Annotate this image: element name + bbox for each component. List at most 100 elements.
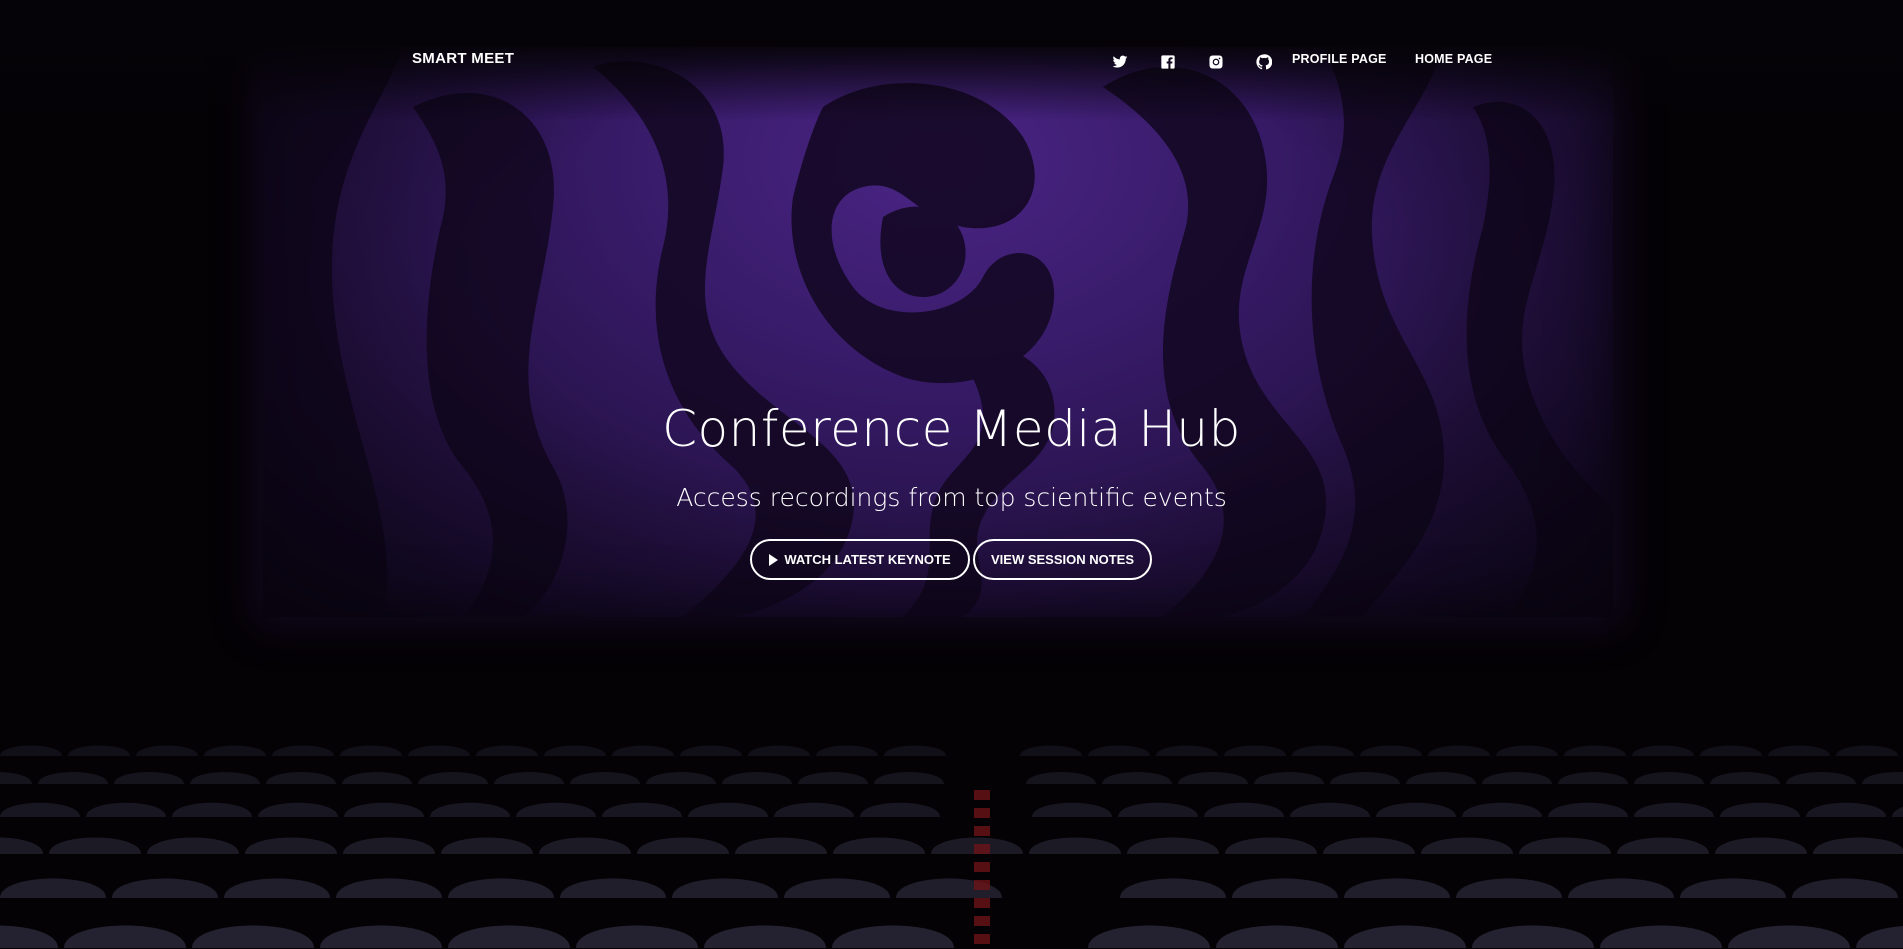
seat: [1634, 802, 1714, 817]
view-session-notes-button[interactable]: VIEW SESSION NOTES: [973, 539, 1152, 580]
seat: [1290, 802, 1370, 817]
seat: [441, 837, 533, 854]
seat: [1768, 745, 1830, 756]
seat: [1568, 878, 1674, 898]
nav-link-profile-page[interactable]: PROFILE PAGE: [1292, 52, 1387, 66]
seat: [476, 745, 538, 756]
seat: [136, 745, 198, 756]
seat: [1344, 878, 1450, 898]
twitter-icon[interactable]: [1096, 52, 1144, 72]
seat: [1496, 745, 1558, 756]
seat: [1421, 837, 1513, 854]
seat: [1225, 837, 1317, 854]
seat: [0, 837, 43, 854]
seat: [602, 802, 682, 817]
watch-keynote-button[interactable]: WATCH LATEST KEYNOTE: [750, 539, 970, 580]
seat: [560, 878, 666, 898]
seat: [784, 878, 890, 898]
seat: [1376, 802, 1456, 817]
seat: [1360, 745, 1422, 756]
aisle-light: [974, 898, 990, 908]
seat: [494, 772, 564, 784]
seat: [86, 802, 166, 817]
seat: [1558, 772, 1628, 784]
seat: [1700, 745, 1762, 756]
play-icon: [769, 553, 779, 566]
seat: [798, 772, 868, 784]
seat: [722, 772, 792, 784]
seat: [448, 878, 554, 898]
seat: [204, 745, 266, 756]
seat: [748, 745, 810, 756]
seat: [833, 837, 925, 854]
seat: [336, 878, 442, 898]
seat: [570, 772, 640, 784]
seat: [860, 802, 940, 817]
seat: [576, 925, 698, 948]
seat: [190, 772, 260, 784]
brand-logo[interactable]: SMART MEET: [412, 50, 514, 67]
seat: [38, 772, 108, 784]
nav-link-home-page[interactable]: HOME PAGE: [1415, 52, 1492, 66]
seat: [612, 745, 674, 756]
seat: [192, 925, 314, 948]
hero-title: Conference Media Hub: [662, 400, 1241, 458]
seat: [1456, 878, 1562, 898]
aisle-light: [974, 844, 990, 854]
github-icon[interactable]: [1240, 52, 1288, 72]
seat: [1617, 837, 1709, 854]
seat: [1720, 802, 1800, 817]
seat: [874, 772, 944, 784]
seat: [1892, 807, 1903, 817]
seat: [1118, 802, 1198, 817]
view-session-notes-label: VIEW SESSION NOTES: [990, 552, 1135, 567]
seat: [1120, 878, 1226, 898]
seat: [1862, 772, 1903, 784]
seat: [544, 745, 606, 756]
seat: [1856, 926, 1903, 948]
seat: [1088, 925, 1210, 948]
hero-subtitle: Access recordings from top scientific ev…: [676, 483, 1227, 512]
seat: [1224, 745, 1286, 756]
seat: [646, 772, 716, 784]
seat: [1406, 772, 1476, 784]
seat: [1564, 745, 1626, 756]
seat: [1323, 837, 1415, 854]
seat: [1032, 802, 1112, 817]
seat: [0, 878, 106, 898]
seat: [114, 772, 184, 784]
seat: [1156, 745, 1218, 756]
aisle-light: [974, 826, 990, 836]
aisle-light: [974, 790, 990, 800]
seat: [1710, 772, 1780, 784]
seat: [258, 802, 338, 817]
seat: [1020, 745, 1082, 756]
seat: [68, 745, 130, 756]
seat: [0, 772, 32, 784]
seat: [735, 837, 827, 854]
seat: [704, 925, 826, 948]
seat: [1728, 925, 1850, 948]
seat: [1330, 772, 1400, 784]
seat: [1680, 878, 1786, 898]
watch-keynote-label: WATCH LATEST KEYNOTE: [784, 552, 951, 567]
seat: [1836, 745, 1898, 756]
seat: [266, 772, 336, 784]
seat: [1088, 745, 1150, 756]
seat: [343, 837, 435, 854]
seat: [1178, 772, 1248, 784]
theater-seats: [0, 745, 1903, 948]
seat: [1482, 772, 1552, 784]
seat: [1428, 745, 1490, 756]
seat: [516, 802, 596, 817]
facebook-icon[interactable]: [1144, 52, 1192, 72]
seat: [1786, 772, 1856, 784]
seat: [884, 745, 946, 756]
aisle-light: [974, 808, 990, 818]
seat: [1102, 772, 1172, 784]
seat: [64, 925, 186, 948]
seat: [1254, 772, 1324, 784]
seat: [224, 878, 330, 898]
seat: [539, 837, 631, 854]
instagram-icon[interactable]: [1192, 52, 1240, 72]
